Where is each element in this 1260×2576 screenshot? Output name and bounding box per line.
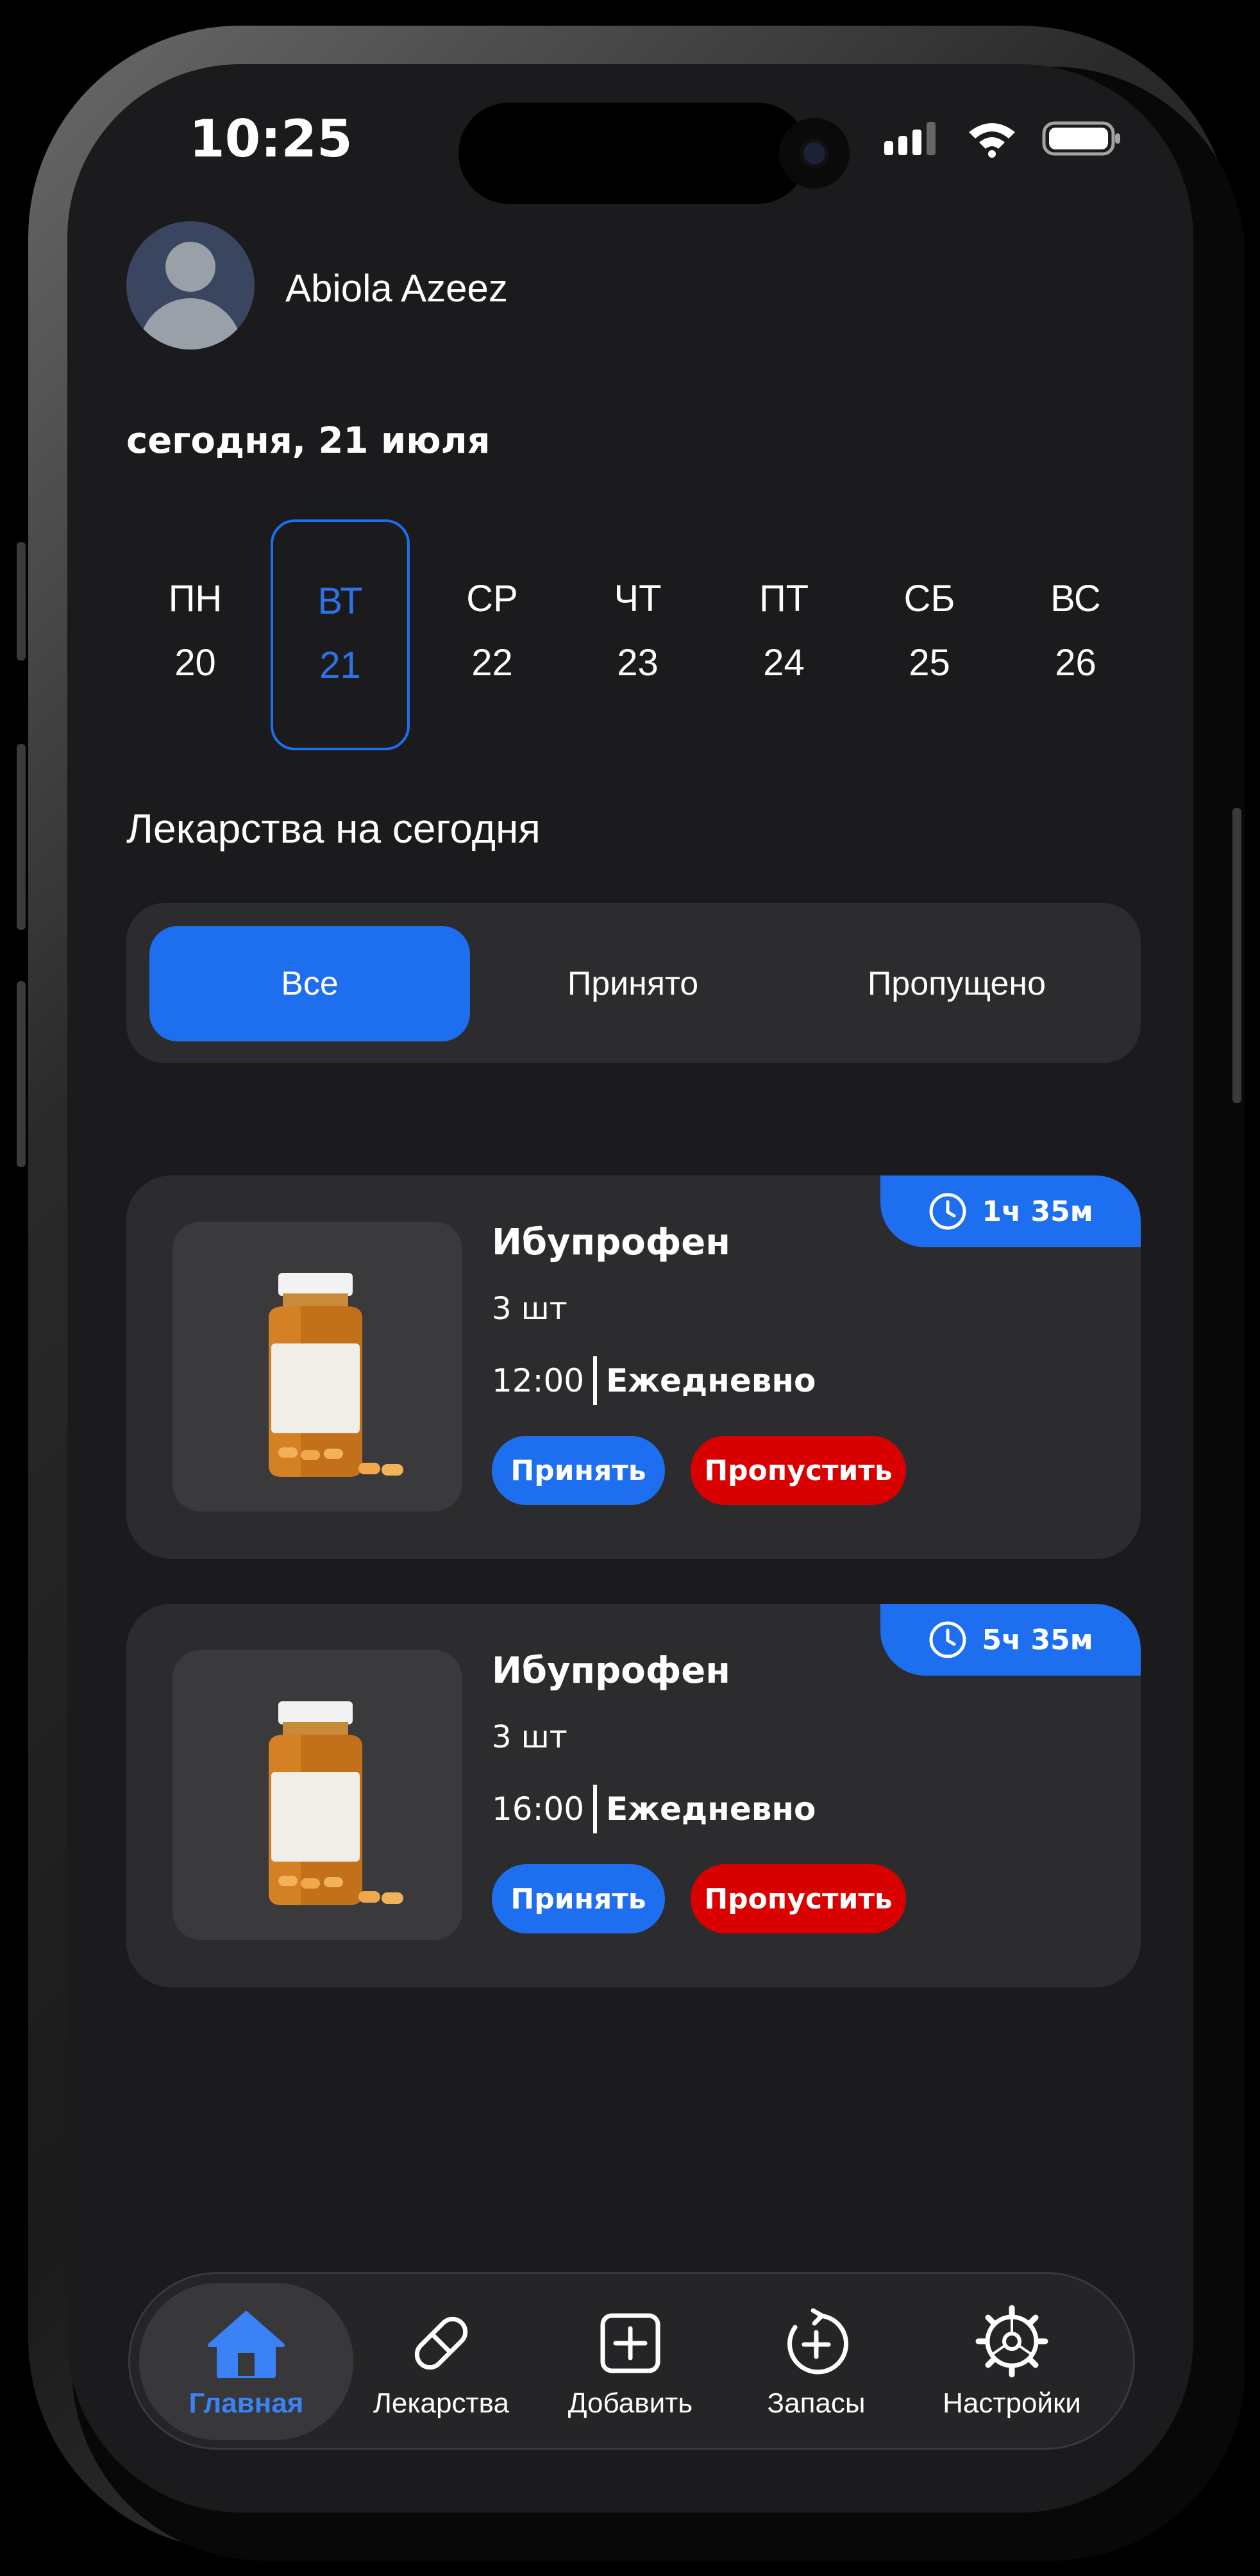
medication-schedule: 16:00 Ежедневно	[492, 1785, 816, 1833]
volume-down-button	[17, 981, 26, 1167]
gear-icon	[975, 2305, 1048, 2378]
day-number: 24	[763, 642, 805, 684]
day-number: 21	[319, 644, 361, 686]
time-until-text: 1ч 35м	[982, 1195, 1093, 1228]
filter-segmented-control: Все Принято Пропущено	[126, 903, 1141, 1063]
bottom-tab-bar: Главная Лекарства Добавить Запасы Настро…	[128, 2272, 1135, 2450]
pill-icon	[414, 2316, 468, 2370]
medication-schedule: 12:00 Ежедневно	[492, 1356, 816, 1405]
user-name: Abiola Azeez	[285, 267, 508, 310]
day-number: 26	[1055, 642, 1096, 684]
day-number: 22	[471, 642, 513, 684]
weekday-label: ПН	[168, 578, 223, 619]
day-mon[interactable]: ПН 20	[126, 519, 264, 750]
day-tue-selected[interactable]: ВТ 21	[271, 519, 410, 750]
weekday-label: СР	[466, 578, 518, 619]
filter-taken[interactable]: Принято	[473, 926, 793, 1041]
section-title: Лекарства на сегодня	[126, 805, 541, 852]
filter-all[interactable]: Все	[149, 926, 470, 1041]
dose-frequency: Ежедневно	[606, 1790, 816, 1828]
medication-quantity: 3 шт	[492, 1291, 567, 1327]
day-number: 25	[909, 642, 950, 684]
clock-icon	[929, 1193, 966, 1230]
weekday-label: СБ	[903, 578, 955, 619]
time-until-badge: 1ч 35м	[880, 1175, 1141, 1247]
day-number: 20	[174, 642, 216, 684]
tab-supplies[interactable]: Запасы	[733, 2283, 900, 2440]
skip-button[interactable]: Пропустить	[691, 1864, 906, 1933]
day-fri[interactable]: ПТ 24	[715, 519, 853, 750]
weekday-label: ПТ	[759, 578, 809, 619]
tab-settings[interactable]: Настройки	[912, 2283, 1111, 2440]
status-time: 10:25	[189, 109, 353, 169]
medication-image	[172, 1650, 462, 1940]
day-sat[interactable]: СБ 25	[861, 519, 998, 750]
tab-medications[interactable]: Лекарства	[358, 2283, 525, 2440]
avatar[interactable]	[126, 221, 255, 349]
skip-button[interactable]: Пропустить	[691, 1436, 906, 1505]
day-wed[interactable]: СР 22	[423, 519, 561, 750]
date-title: сегодня, 21 июля	[126, 420, 491, 462]
dose-frequency: Ежедневно	[606, 1362, 816, 1399]
status-icons	[884, 119, 1123, 158]
take-button[interactable]: Принять	[492, 1436, 665, 1505]
tab-label: Лекарства	[373, 2387, 509, 2419]
app-screen: 10:25 Abiola Azeez сегодня, 21 июля ПН 2…	[67, 64, 1193, 2513]
tab-home[interactable]: Главная	[139, 2283, 353, 2440]
weekday-label: ЧТ	[614, 578, 662, 619]
refresh-plus-icon	[787, 2308, 849, 2375]
wifi-icon	[969, 123, 1015, 158]
plus-square-icon	[600, 2313, 660, 2373]
home-icon	[208, 2311, 285, 2378]
day-number: 23	[617, 642, 659, 684]
cellular-signal-icon	[884, 122, 936, 155]
medication-quantity: 3 шт	[492, 1719, 567, 1755]
schedule-divider	[593, 1356, 598, 1405]
dose-time: 16:00	[492, 1790, 585, 1828]
schedule-divider	[593, 1785, 598, 1833]
weekday-label: ВТ	[317, 580, 363, 622]
battery-icon	[1042, 121, 1120, 156]
tab-label: Настройки	[943, 2387, 1081, 2419]
filter-skipped[interactable]: Пропущено	[796, 926, 1117, 1041]
tab-add[interactable]: Добавить	[547, 2283, 714, 2440]
medication-name: Ибупрофен	[492, 1650, 730, 1692]
action-button	[17, 542, 26, 661]
medication-card[interactable]: 5ч 35м Ибупрофен 3 шт 16:00 Ежедневно Пр…	[126, 1604, 1141, 1987]
power-button	[1232, 808, 1241, 1103]
medication-name: Ибупрофен	[492, 1222, 730, 1263]
volume-up-button	[17, 744, 26, 930]
day-sun[interactable]: ВС 26	[1007, 519, 1145, 750]
tab-label: Добавить	[567, 2387, 693, 2419]
time-until-text: 5ч 35м	[982, 1623, 1093, 1656]
day-thu[interactable]: ЧТ 23	[569, 519, 707, 750]
medication-image	[172, 1222, 462, 1511]
front-camera	[779, 118, 850, 189]
medication-card[interactable]: 1ч 35м Ибупрофен 3 шт 12:00 Ежедневно Пр…	[126, 1175, 1141, 1559]
take-button[interactable]: Принять	[492, 1864, 665, 1933]
week-calendar: ПН 20 ВТ 21 СР 22 ЧТ 23 ПТ 24 СБ 25 ВС 2…	[126, 519, 1175, 750]
time-until-badge: 5ч 35м	[880, 1604, 1141, 1676]
weekday-label: ВС	[1050, 578, 1101, 619]
dynamic-island	[458, 103, 808, 204]
dose-time: 12:00	[492, 1362, 585, 1399]
tab-label: Главная	[189, 2387, 304, 2419]
tab-label: Запасы	[767, 2387, 866, 2419]
clock-icon	[929, 1621, 966, 1658]
